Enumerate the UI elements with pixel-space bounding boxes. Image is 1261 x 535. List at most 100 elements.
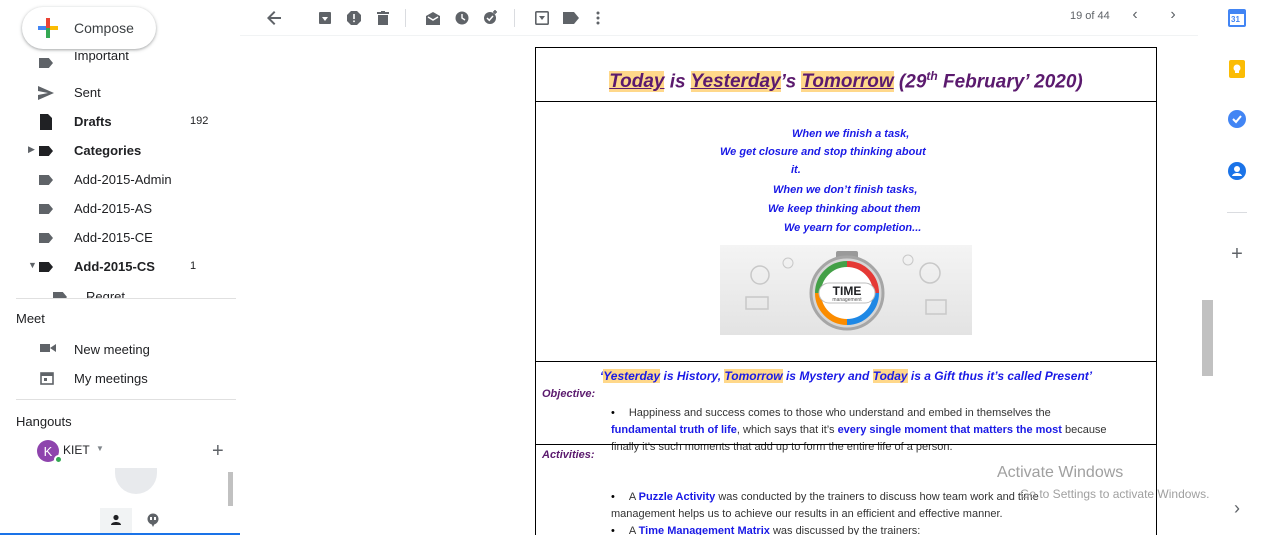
activation-watermark-text: Go to Settings to activate Windows.	[1020, 487, 1210, 501]
move-to-icon[interactable]	[530, 6, 554, 30]
title-today: Today	[609, 71, 665, 93]
label-icon	[38, 143, 54, 159]
objective-emphasis: fundamental truth of life	[611, 424, 737, 436]
keep-icon[interactable]	[1226, 58, 1248, 80]
hangouts-title: Hangouts	[16, 414, 72, 429]
activities-heading: Activities:	[542, 449, 595, 461]
quote-text: is History,	[660, 369, 725, 383]
expand-arrow-icon[interactable]: ▶	[28, 144, 35, 155]
sidebar-item-sent[interactable]: Sent	[0, 78, 238, 107]
meet-title: Meet	[16, 311, 45, 326]
table-rule	[536, 361, 1156, 362]
video-camera-icon	[40, 342, 56, 357]
tab-chat[interactable]	[146, 513, 160, 532]
person-placeholder-icon	[115, 468, 157, 494]
title-date: (29	[893, 71, 927, 93]
objective-text: because	[1061, 424, 1107, 436]
sidebar-item-add-2015-ce[interactable]: Add-2015-CE	[0, 223, 238, 252]
quote-tomorrow: Tomorrow	[724, 369, 783, 383]
person-icon	[110, 513, 122, 531]
hangouts-scrollbar[interactable]	[228, 472, 233, 506]
add-icon[interactable]: +	[1226, 243, 1248, 265]
email-body: Today is Yesterday’s Tomorrow (29th Febr…	[240, 37, 1198, 535]
labels-icon[interactable]	[559, 6, 583, 30]
important-icon	[38, 55, 54, 71]
nav-list: Important Sent Drafts 192 ▶ Categories A…	[0, 52, 240, 298]
side-panel-divider	[1227, 212, 1247, 213]
my-meetings-button[interactable]: My meetings	[0, 365, 238, 391]
bullet	[611, 407, 629, 419]
objective-text: finally it’s such moments that add up to…	[611, 441, 953, 453]
poem-line: When we don’t finish tasks,	[773, 184, 918, 196]
sidebar-item-label: Add-2015-CE	[74, 230, 153, 245]
bottom-tabs	[0, 508, 240, 535]
content-scrollbar[interactable]	[1202, 300, 1213, 376]
message-toolbar: 19 of 44 ‹ ›	[240, 0, 1198, 36]
expand-icon[interactable]: ›	[1226, 497, 1248, 519]
more-icon[interactable]	[586, 6, 610, 30]
sidebar-item-categories[interactable]: ▶ Categories	[0, 136, 238, 165]
mark-unread-icon[interactable]	[421, 6, 445, 30]
chat-quote-icon	[146, 513, 160, 531]
sidebar-item-label: Regret	[86, 289, 126, 298]
sidebar-item-label: Categories	[74, 143, 142, 158]
sidebar-item-drafts[interactable]: Drafts 192	[0, 107, 238, 136]
sidebar-item-add-2015-as[interactable]: Add-2015-AS	[0, 194, 238, 223]
poem-line: We keep thinking about them	[768, 203, 921, 215]
sidebar-item-count: 1	[190, 260, 197, 272]
chevron-left-icon[interactable]: ‹	[1125, 6, 1145, 24]
poem-line: We yearn for completion...	[784, 222, 922, 234]
chevron-right-icon[interactable]: ›	[1163, 6, 1183, 24]
objective-paragraph: Happiness and success comes to those who…	[611, 405, 1151, 456]
chevron-down-icon[interactable]: ▼	[96, 444, 104, 453]
label-icon	[38, 172, 54, 188]
table-rule	[536, 101, 1156, 102]
tasks-icon[interactable]	[1226, 108, 1248, 130]
newsletter-title: Today is Yesterday’s Tomorrow (29th Febr…	[536, 69, 1156, 93]
objective-emphasis: every single moment that matters the mos…	[837, 424, 1062, 436]
calendar-icon[interactable]: 31	[1226, 7, 1248, 29]
sidebar-item-add-2015-cs[interactable]: ▼ Add-2015-CS 1	[0, 252, 238, 281]
snooze-icon[interactable]	[450, 6, 474, 30]
quote-text: is Mystery and	[782, 369, 873, 383]
back-icon[interactable]	[262, 6, 286, 30]
sidebar-item-label: Add-2015-CS	[74, 259, 155, 274]
activity-text: A	[628, 525, 639, 535]
delete-icon[interactable]	[371, 6, 395, 30]
newsletter-table: Today is Yesterday’s Tomorrow (29th Febr…	[535, 47, 1157, 535]
title-date: February’ 2020)	[937, 71, 1083, 93]
sidebar: Compose Important Sent Drafts 192 ▶ Cate…	[0, 0, 374, 535]
contacts-icon[interactable]	[1226, 160, 1248, 182]
sidebar-item-add-2015-admin[interactable]: Add-2015-Admin	[0, 165, 238, 194]
report-spam-icon[interactable]	[342, 6, 366, 30]
compose-button[interactable]: Compose	[22, 7, 156, 49]
add-icon[interactable]: +	[212, 440, 224, 463]
sidebar-item-label: Add-2015-Admin	[74, 172, 172, 187]
archive-icon[interactable]	[313, 6, 337, 30]
compose-plus-icon	[38, 18, 58, 38]
hangouts-user[interactable]: KIET	[63, 443, 90, 457]
label-icon	[52, 289, 68, 298]
online-status-dot	[54, 455, 63, 464]
poem-line: it.	[791, 164, 801, 176]
compose-label: Compose	[74, 20, 134, 36]
activity-text: management helps us to achieve our resul…	[611, 508, 1003, 520]
objective-text: Happiness and success comes to those who…	[628, 407, 1051, 419]
sidebar-item-important[interactable]: Important	[0, 52, 238, 77]
activity-emphasis: Puzzle Activity	[638, 491, 716, 503]
collapse-arrow-icon[interactable]: ▼	[28, 260, 37, 270]
quote-today: Today	[872, 369, 908, 383]
new-meeting-button[interactable]: New meeting	[0, 336, 238, 362]
activity-text: was conducted by the trainers to discuss…	[715, 491, 1039, 503]
poem-line: We get closure and stop thinking about	[720, 146, 926, 158]
sidebar-item-label: Sent	[74, 85, 101, 100]
table-rule	[536, 444, 1156, 445]
sidebar-item-regret[interactable]: Regret	[0, 282, 238, 298]
title-yesterday: Yesterday	[690, 71, 781, 93]
label-icon	[38, 259, 54, 275]
quote-yesterday: Yesterday	[603, 369, 661, 383]
sidebar-item-label: Add-2015-AS	[74, 201, 153, 216]
tab-contacts[interactable]	[100, 508, 132, 535]
image-subtext: management	[832, 297, 862, 303]
add-to-tasks-icon[interactable]	[479, 6, 503, 30]
